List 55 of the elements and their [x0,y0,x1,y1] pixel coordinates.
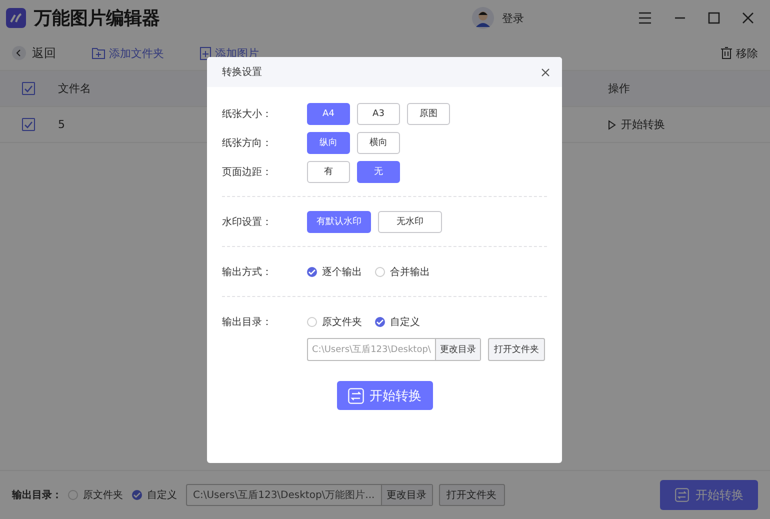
remove-button[interactable]: 移除 [721,46,758,60]
file-name-cell-text: 5 [58,118,66,131]
play-icon [608,120,616,130]
output-dir-option[interactable]: 原文件夹 [68,488,123,502]
option-button[interactable]: 横向 [357,132,400,154]
folder-plus-icon [92,47,105,59]
radio-option[interactable]: 逐个输出 [307,264,362,278]
setting-label: 纸张大小： [222,108,273,120]
setting-label: 输出目录： [222,316,273,328]
convert-icon [348,388,364,404]
column-header: 文件名 [58,81,92,96]
radio-option[interactable]: 自定义 [375,314,420,328]
close-icon[interactable] [541,68,550,76]
trash-icon [721,47,732,59]
login-link[interactable]: 登录 [502,10,524,26]
row-checkbox[interactable] [22,118,35,131]
add-folder-button[interactable]: 添加文件夹 [92,46,164,60]
option-button[interactable]: A4 [307,102,350,124]
start-convert-button[interactable]: 开始转换 [336,381,432,410]
radio-option[interactable]: 原文件夹 [307,314,362,328]
open-folder-button[interactable]: 打开文件夹 [438,484,505,506]
back-button[interactable]: 返回 [12,44,56,62]
option-button[interactable]: 原图 [407,102,450,124]
maximize-icon[interactable] [708,12,720,24]
radio-option[interactable]: 合并输出 [375,264,430,278]
close-icon[interactable] [742,12,754,24]
convert-icon [674,488,688,502]
setting-label: 页面边距： [222,166,273,178]
setting-label: 水印设置： [222,216,273,228]
option-button[interactable]: 有 [307,160,350,182]
app-title: 万能图片编辑器 [34,7,160,30]
option-button[interactable]: A3 [357,102,400,124]
select-all-checkbox[interactable] [22,82,35,95]
file-plus-icon [200,46,211,60]
path-field[interactable]: C:\Users\互盾123\Desktop\ 更改目录 [307,338,481,361]
start-convert-link[interactable]: 开始转换 [608,117,665,132]
setting-label: 纸张方向： [222,136,273,150]
option-button[interactable]: 纵向 [307,132,350,154]
dialog-title: 转换设置 [222,66,262,79]
path-field[interactable]: C:\Users\互盾123\Desktop\万能图片... 更改目录 [186,484,433,506]
back-icon [12,46,26,60]
change-dir-button[interactable]: 更改目录 [380,485,432,505]
output-dir-label: 输出目录： [12,488,62,502]
option-button[interactable]: 无水印 [378,210,442,232]
start-convert-button[interactable]: 开始转换 [660,480,758,510]
column-header: 操作 [608,81,630,96]
output-dir-option[interactable]: 自定义 [132,488,177,502]
avatar-icon[interactable] [472,7,494,29]
change-dir-button[interactable]: 更改目录 [434,339,480,360]
open-folder-button[interactable]: 打开文件夹 [488,338,545,361]
app-logo-icon [6,8,26,28]
option-button[interactable]: 无 [357,160,400,182]
option-button[interactable]: 有默认水印 [307,210,371,232]
menu-icon[interactable] [638,12,652,24]
setting-label: 输出方式： [222,266,273,278]
